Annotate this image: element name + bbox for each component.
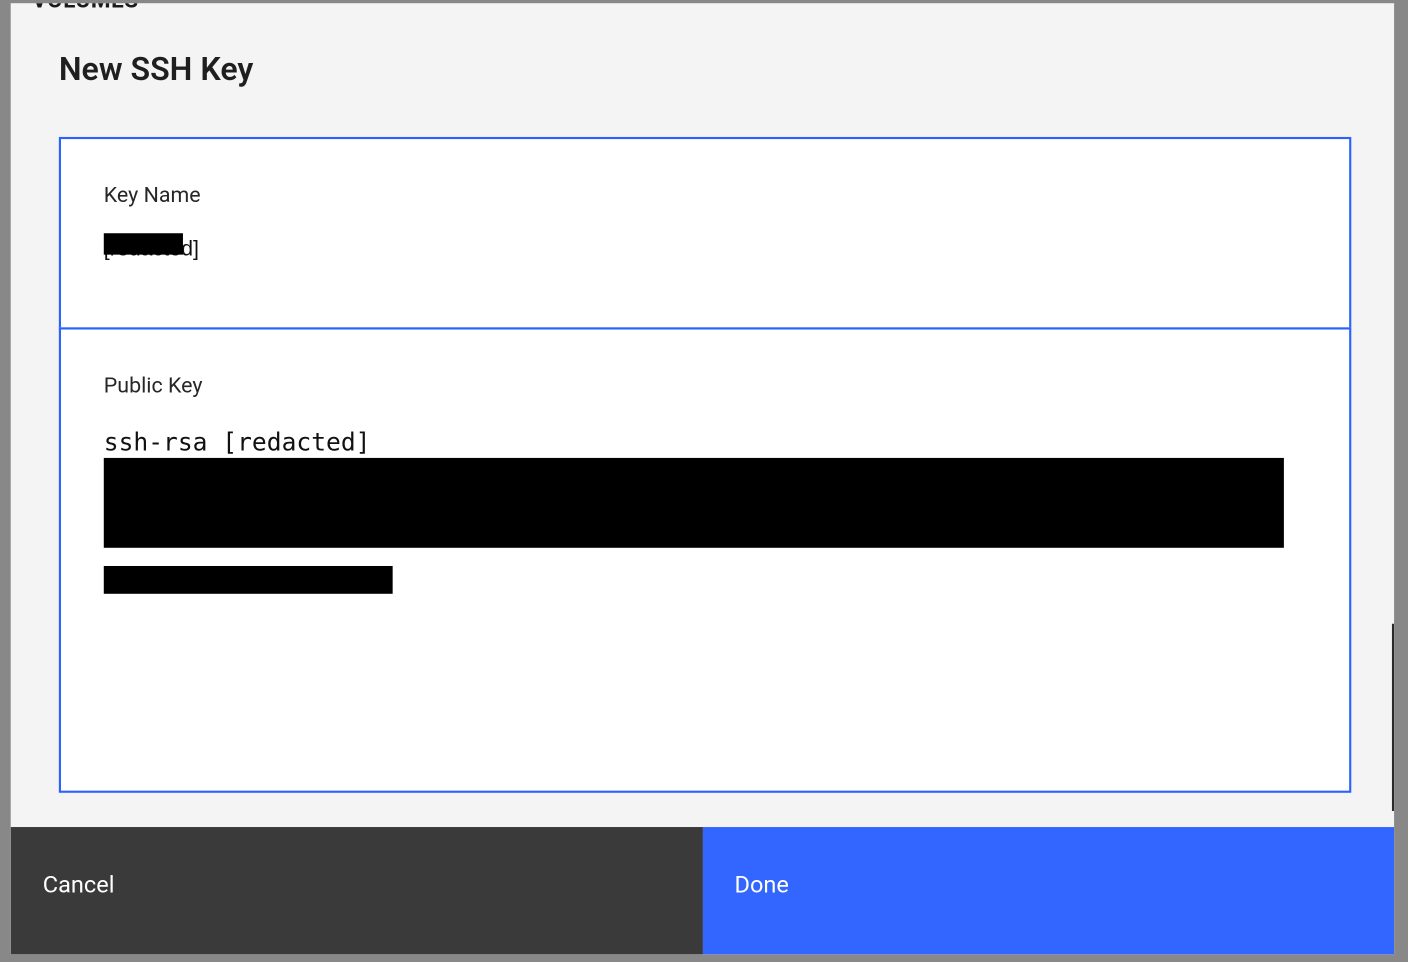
dialog-title: New SSH Key xyxy=(59,51,1351,88)
new-ssh-key-dialog: Volumes New SSH Key Key Name Public Key xyxy=(11,3,1394,954)
key-name-input[interactable] xyxy=(104,238,1307,263)
dialog-actions: Cancel Done xyxy=(11,827,1394,954)
redaction-bar xyxy=(104,458,1284,548)
scrollbar-hint xyxy=(1392,624,1394,811)
public-key-label: Public Key xyxy=(104,372,1307,398)
key-name-label: Key Name xyxy=(104,182,1307,208)
cancel-button-label: Cancel xyxy=(43,872,115,899)
redaction-bar xyxy=(104,566,393,594)
key-name-field-group: Key Name xyxy=(59,137,1351,330)
done-button[interactable]: Done xyxy=(702,827,1394,954)
public-key-field-group: Public Key xyxy=(59,327,1351,792)
cancel-button[interactable]: Cancel xyxy=(11,827,703,954)
redaction-bar xyxy=(104,233,183,254)
done-button-label: Done xyxy=(734,872,788,899)
